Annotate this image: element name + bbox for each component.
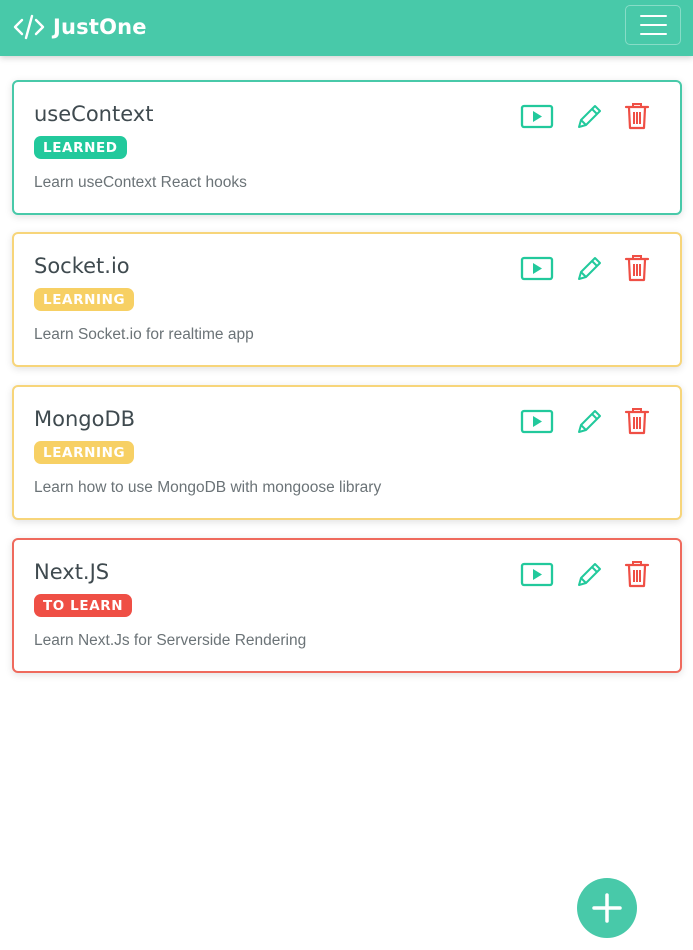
card-title: Next.JS <box>34 560 110 584</box>
status-badge: LEARNING <box>34 441 135 464</box>
code-icon <box>13 12 45 42</box>
play-button[interactable] <box>520 102 554 135</box>
trash-icon <box>624 561 650 588</box>
card-title: MongoDB <box>34 407 136 431</box>
trash-icon <box>624 103 650 130</box>
card-description: Learn Socket.io for realtime app <box>34 326 254 343</box>
edit-button[interactable] <box>574 560 604 595</box>
edit-button[interactable] <box>574 102 604 137</box>
play-button[interactable] <box>520 407 554 440</box>
topic-card: MongoDB LEARNING Learn how to use MongoD… <box>12 385 682 520</box>
card-description: Learn useContext React hooks <box>34 174 247 191</box>
status-badge: LEARNED <box>34 136 127 159</box>
card-title: Socket.io <box>34 254 130 278</box>
play-icon <box>520 256 554 281</box>
delete-button[interactable] <box>624 560 650 595</box>
card-title: useContext <box>34 102 154 126</box>
play-button[interactable] <box>520 560 554 593</box>
hamburger-icon <box>639 15 667 17</box>
delete-button[interactable] <box>624 407 650 442</box>
trash-icon <box>624 408 650 435</box>
pencil-icon <box>578 105 601 128</box>
pencil-icon <box>578 257 601 280</box>
navbar: JustOne <box>0 0 693 56</box>
play-icon <box>520 409 554 434</box>
card-description: Learn Next.Js for Serverside Rendering <box>34 632 307 649</box>
edit-button[interactable] <box>574 254 604 289</box>
add-topic-button[interactable] <box>577 878 637 938</box>
brand-link[interactable]: JustOne <box>13 11 147 43</box>
topic-card: Next.JS TO LEARN Learn Next.Js for Serve… <box>12 538 682 673</box>
delete-button[interactable] <box>624 102 650 137</box>
pencil-icon <box>578 563 601 586</box>
pencil-icon <box>578 410 601 433</box>
card-description: Learn how to use MongoDB with mongoose l… <box>34 479 382 496</box>
topic-card: useContext LEARNED Learn useContext Reac… <box>12 80 682 215</box>
plus-icon <box>592 893 622 923</box>
menu-toggle-button[interactable] <box>625 5 681 45</box>
play-button[interactable] <box>520 254 554 287</box>
play-icon <box>520 562 554 587</box>
status-badge: LEARNING <box>34 288 135 311</box>
topic-card: Socket.io LEARNING Learn Socket.io for r… <box>12 232 682 367</box>
trash-icon <box>624 255 650 282</box>
status-badge: TO LEARN <box>34 594 133 617</box>
play-icon <box>520 104 554 129</box>
delete-button[interactable] <box>624 254 650 289</box>
edit-button[interactable] <box>574 407 604 442</box>
brand-name: JustOne <box>53 15 147 39</box>
